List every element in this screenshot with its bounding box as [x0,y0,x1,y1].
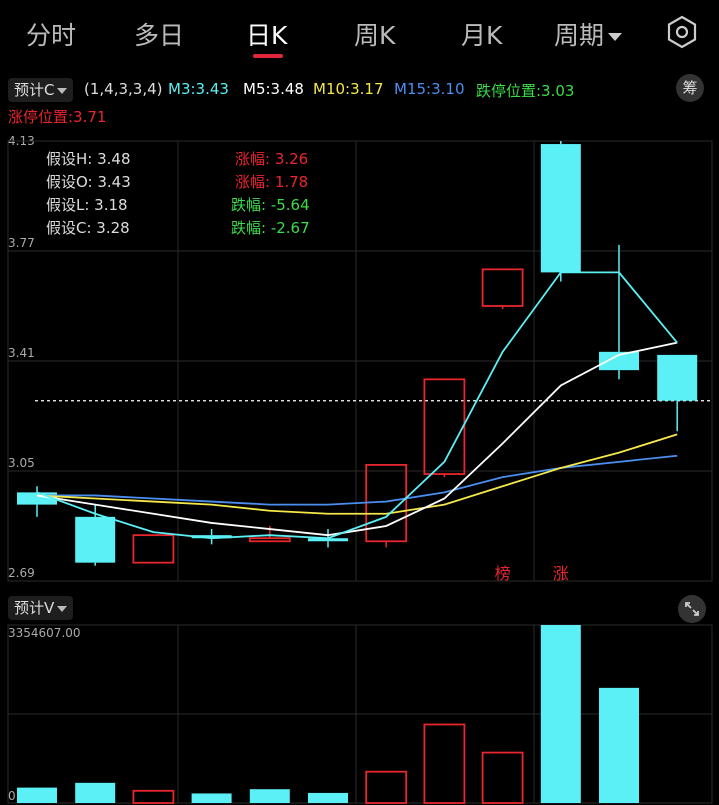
event-marker: 榜 [495,564,511,583]
candle-down [657,354,698,401]
ma10-line [36,433,678,515]
volume-bar-down [249,789,290,803]
event-marker: 涨 [553,564,569,583]
volume-bar-up [132,789,175,804]
volume-indicator-select[interactable]: 预计V [8,596,74,620]
y-tick-label: 3.77 [8,236,35,250]
candle-down [540,144,581,273]
expand-icon[interactable] [678,595,706,623]
y-tick-label: 2.69 [8,566,35,580]
candle-up [248,537,291,543]
volume-bar-down [599,687,639,803]
volume-bar-down [540,625,581,803]
candle-up [423,378,466,475]
volume-max-label: 3354607.00 [8,626,81,640]
ma3-line [36,271,678,540]
caret-down-icon [57,605,68,612]
candle-up [132,534,175,564]
ma5-line [36,341,678,537]
volume-bar-up [481,751,524,804]
volume-bar-down [308,792,348,803]
candle-down [75,516,116,563]
kline-chart: 4.133.773.413.052.69榜涨3354607.000.00 [7,134,713,804]
candle-up [481,268,524,307]
volume-bar-down [75,782,116,803]
y-tick-label: 3.41 [8,346,35,360]
volume-bar-up [365,770,408,804]
volume-bar-down [191,793,232,803]
volume-bar-down [17,787,57,803]
volume-indicator-label: 预计V [14,599,55,617]
y-tick-label: 3.05 [8,456,35,470]
volume-bar-up [423,723,466,804]
